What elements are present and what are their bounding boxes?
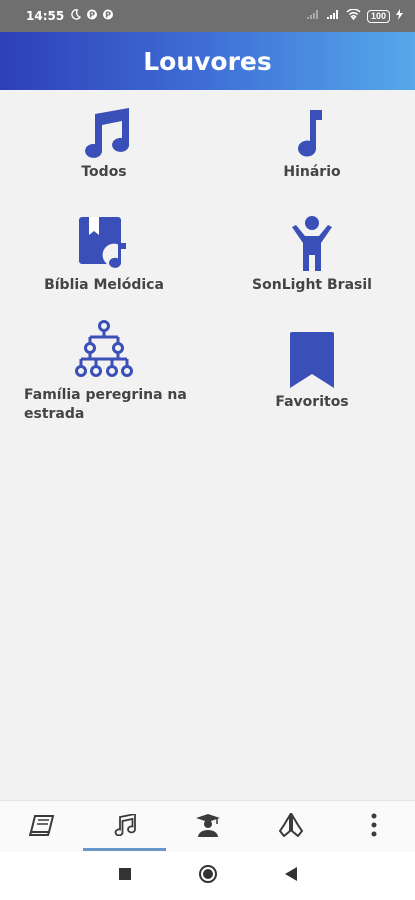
tile-biblia-melodica[interactable]: Bíblia Melódica bbox=[39, 215, 169, 293]
nav-item-oracao[interactable] bbox=[249, 801, 332, 853]
book-music-icon bbox=[78, 215, 130, 271]
tile-familia-peregrina[interactable]: Família peregrina na estrada bbox=[24, 320, 194, 424]
status-time: 14:55 bbox=[26, 9, 65, 23]
signal-icon bbox=[306, 9, 320, 23]
nav-item-estudos[interactable] bbox=[166, 801, 249, 853]
music-notes-icon bbox=[77, 108, 131, 158]
tile-todos[interactable]: Todos bbox=[54, 108, 154, 180]
tile-label: Favoritos bbox=[275, 394, 349, 410]
recent-apps-button[interactable] bbox=[118, 867, 132, 886]
tile-label: Família peregrina na estrada bbox=[24, 387, 187, 422]
signal-icon bbox=[326, 9, 340, 23]
music-note-icon bbox=[292, 108, 332, 158]
child-icon bbox=[290, 215, 334, 271]
home-button[interactable] bbox=[198, 864, 218, 889]
system-nav-bar bbox=[0, 852, 415, 900]
p-icon: P bbox=[87, 9, 98, 23]
wifi-icon bbox=[346, 8, 361, 23]
tile-sonlight-brasil[interactable]: SonLight Brasil bbox=[247, 215, 377, 293]
book-icon bbox=[28, 814, 55, 841]
bookmark-icon bbox=[289, 332, 335, 388]
status-bar: 14:55 P P 100 bbox=[0, 0, 415, 32]
app-bar: Louvores bbox=[0, 32, 415, 90]
charging-icon bbox=[396, 9, 403, 23]
back-button[interactable] bbox=[284, 866, 298, 887]
tile-favoritos[interactable]: Favoritos bbox=[262, 332, 362, 410]
page-title: Louvores bbox=[143, 46, 272, 76]
nav-item-biblia[interactable] bbox=[0, 801, 83, 853]
tile-label: Bíblia Melódica bbox=[44, 277, 164, 293]
music-note-icon bbox=[113, 812, 137, 841]
svg-text:P: P bbox=[89, 11, 95, 20]
battery-indicator: 100 bbox=[366, 9, 390, 23]
graduate-icon bbox=[195, 813, 221, 842]
nav-selected-indicator bbox=[83, 848, 166, 851]
family-tree-icon bbox=[74, 320, 134, 380]
tile-hinario[interactable]: Hinário bbox=[262, 108, 362, 180]
p-icon: P bbox=[103, 9, 114, 23]
status-left: 14:55 P P bbox=[26, 9, 114, 23]
praying-hands-icon bbox=[278, 810, 304, 842]
nav-item-louvores[interactable] bbox=[83, 801, 166, 853]
moon-icon bbox=[70, 9, 82, 23]
tile-label: Hinário bbox=[283, 164, 341, 180]
status-right: 100 bbox=[306, 8, 403, 23]
tile-label: Todos bbox=[81, 164, 127, 180]
svg-text:P: P bbox=[105, 11, 111, 20]
tile-label: SonLight Brasil bbox=[252, 277, 372, 293]
bottom-nav bbox=[0, 800, 415, 852]
nav-item-mais[interactable] bbox=[332, 801, 415, 853]
more-vert-icon bbox=[371, 813, 377, 842]
